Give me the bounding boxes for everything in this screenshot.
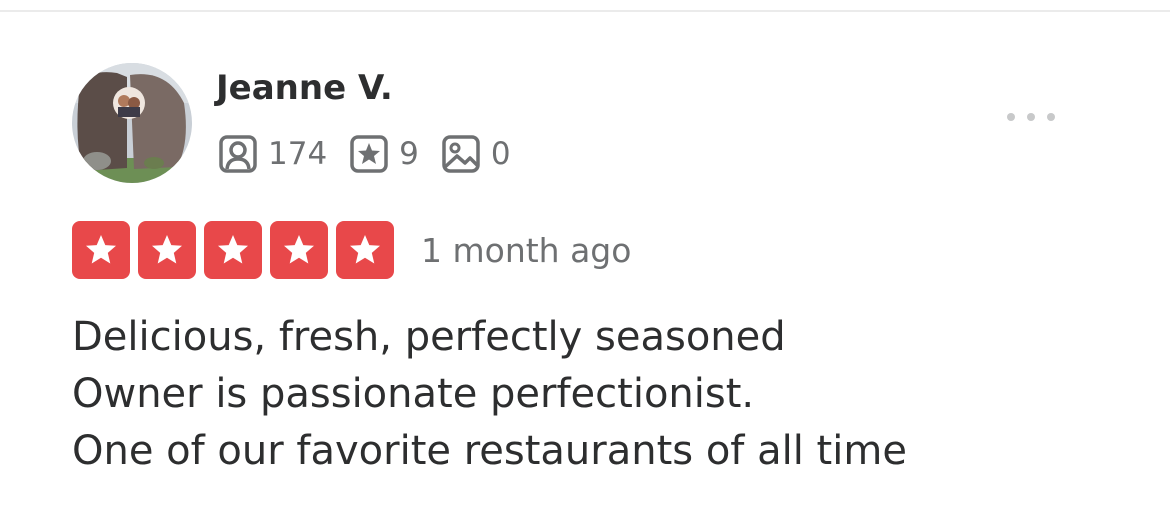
more-options-icon [1007, 113, 1055, 121]
friends-count: 174 [268, 136, 328, 172]
reviews-count: 9 [399, 136, 419, 172]
friends-stat: 174 [218, 134, 327, 174]
star-2 [138, 221, 196, 279]
user-photo-icon [72, 63, 192, 183]
review-date: 1 month ago [421, 231, 632, 270]
star-5 [336, 221, 394, 279]
review-text: Delicious, fresh, perfectly seasoned Own… [72, 309, 1122, 480]
review-line: Owner is passionate perfectionist. [72, 371, 755, 417]
review-line: One of our favorite restaurants of all t… [72, 428, 907, 474]
reviews-stat: 9 [349, 134, 419, 174]
star-4 [270, 221, 328, 279]
user-stats: 174 9 0 [218, 133, 533, 175]
user-name[interactable]: Jeanne V. [216, 66, 393, 110]
top-divider [0, 0, 1170, 12]
friends-icon [219, 135, 257, 173]
star-icon [218, 235, 248, 264]
photos-count: 0 [490, 136, 511, 172]
more-options-button[interactable] [996, 100, 1066, 134]
star-1 [72, 221, 130, 279]
star-rating [72, 221, 402, 279]
star-icon [350, 235, 380, 264]
star-icon [284, 235, 314, 264]
star-3 [204, 221, 262, 279]
photos-icon [442, 135, 480, 173]
star-icon [152, 235, 182, 264]
review-line: Delicious, fresh, perfectly seasoned [72, 314, 786, 360]
star-icon [86, 235, 116, 264]
photos-stat: 0 [441, 134, 511, 174]
reviews-icon [350, 135, 388, 173]
user-avatar[interactable] [72, 63, 192, 183]
